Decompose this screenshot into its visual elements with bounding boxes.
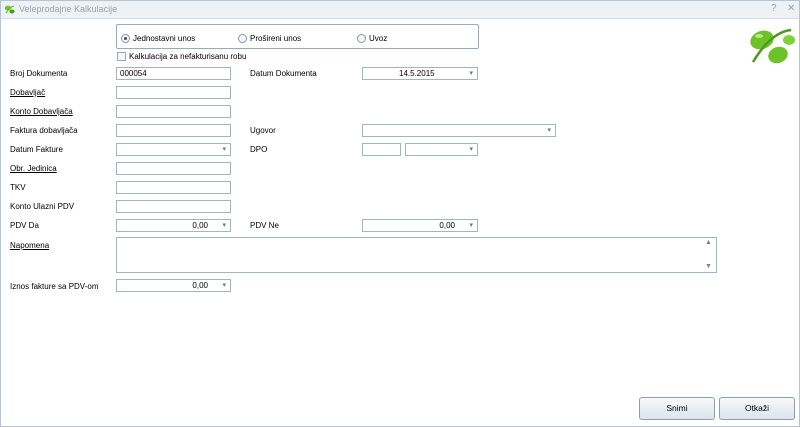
scroll-down-icon[interactable]: ▼: [705, 263, 712, 270]
dobavljac-input[interactable]: [116, 86, 231, 99]
broj-dokumenta-label: Broj Dokumenta: [10, 69, 68, 78]
radio-indicator: [121, 33, 130, 43]
dropdown-arrow-icon[interactable]: ▾: [222, 145, 226, 153]
pdv-ne-label: PDV Ne: [250, 221, 279, 230]
napomena-scrollbar[interactable]: ▲ ▼: [704, 239, 715, 271]
napomena-textarea[interactable]: ▲ ▼: [116, 237, 717, 273]
tkv-label: TKV: [10, 183, 26, 192]
title-bar: Veleprodajne Kalkulacije ? ✕: [1, 1, 799, 19]
iznos-fakture-spin[interactable]: 0,00 ▾: [116, 279, 231, 292]
radio-jednostavni[interactable]: Jednostavni unos: [121, 32, 195, 44]
faktura-dobavljaca-label: Faktura dobavljača: [10, 126, 78, 135]
datum-dokumenta-label: Datum Dokumenta: [250, 69, 317, 78]
pdv-da-spin[interactable]: 0,00 ▾: [116, 219, 231, 232]
broj-dokumenta-input[interactable]: 000054: [116, 67, 231, 80]
dropdown-arrow-icon[interactable]: ▾: [547, 126, 551, 134]
datum-dokumenta-picker[interactable]: 14.5.2015 ▾: [362, 67, 478, 80]
cancel-button[interactable]: Otkaži: [719, 397, 795, 420]
iznos-fakture-value: 0,00: [192, 281, 208, 290]
konto-ulazni-pdv-input[interactable]: [116, 200, 231, 213]
radio-indicator: [238, 33, 247, 43]
help-button[interactable]: ?: [771, 3, 777, 14]
close-button[interactable]: ✕: [787, 3, 795, 14]
save-button[interactable]: Snimi: [639, 397, 715, 420]
obr-jedinica-label[interactable]: Obr. Jedinica: [10, 164, 57, 173]
entry-mode-panel: Jednostavni unos Prošireni unos Uvoz: [116, 24, 479, 49]
radio-indicator: [357, 33, 366, 43]
datum-dokumenta-value: 14.5.2015: [399, 69, 435, 78]
obr-jedinica-input[interactable]: [116, 162, 231, 175]
tkv-input[interactable]: [116, 181, 231, 194]
napomena-label[interactable]: Napomena: [10, 241, 49, 250]
pdv-ne-value: 0,00: [439, 221, 455, 230]
pdv-da-label: PDV Da: [10, 221, 39, 230]
nefakturisano-checkbox[interactable]: Kalkulacija za nefakturisanu robu: [117, 52, 246, 61]
datum-fakture-label: Datum Fakture: [10, 145, 63, 154]
checkbox-label: Kalkulacija za nefakturisanu robu: [129, 52, 247, 61]
konto-dobavljaca-label[interactable]: Konto Dobavljača: [10, 107, 73, 116]
radio-prosireni[interactable]: Prošireni unos: [238, 32, 301, 44]
faktura-dobavljaca-input[interactable]: [116, 124, 231, 137]
app-icon: [4, 5, 15, 14]
dpo-input[interactable]: [362, 143, 401, 156]
pdv-ne-spin[interactable]: 0,00 ▾: [362, 219, 478, 232]
dropdown-arrow-icon[interactable]: ▾: [222, 221, 226, 229]
radio-label: Jednostavni unos: [133, 33, 196, 43]
ugovor-label: Ugovor: [250, 126, 276, 135]
dropdown-arrow-icon[interactable]: ▾: [222, 281, 226, 289]
checkbox-box: [117, 52, 126, 61]
dropdown-arrow-icon[interactable]: ▾: [469, 145, 473, 153]
dobavljac-label[interactable]: Dobavljač: [10, 88, 45, 97]
radio-label: Uvoz: [369, 33, 388, 43]
datum-fakture-picker[interactable]: ▾: [116, 143, 231, 156]
radio-label: Prošireni unos: [250, 33, 302, 43]
window-title: Veleprodajne Kalkulacije: [19, 4, 118, 14]
dropdown-arrow-icon[interactable]: ▾: [469, 221, 473, 229]
window: Veleprodajne Kalkulacije ? ✕ Jednostavni…: [0, 0, 800, 427]
iznos-fakture-label: Iznos fakture sa PDV-om: [10, 282, 99, 291]
dropdown-arrow-icon[interactable]: ▾: [469, 69, 473, 77]
scroll-up-icon[interactable]: ▲: [705, 239, 712, 246]
radio-uvoz[interactable]: Uvoz: [357, 32, 387, 44]
pdv-da-value: 0,00: [192, 221, 208, 230]
konto-dobavljaca-input[interactable]: [116, 105, 231, 118]
konto-ulazni-pdv-label: Konto Ulazni PDV: [10, 202, 75, 211]
broj-dokumenta-value: 000054: [120, 69, 147, 78]
dpo-unit-dropdown[interactable]: ▾: [405, 143, 478, 156]
ugovor-dropdown[interactable]: ▾: [362, 124, 556, 137]
dpo-label: DPO: [250, 145, 268, 154]
company-logo: [750, 28, 795, 64]
